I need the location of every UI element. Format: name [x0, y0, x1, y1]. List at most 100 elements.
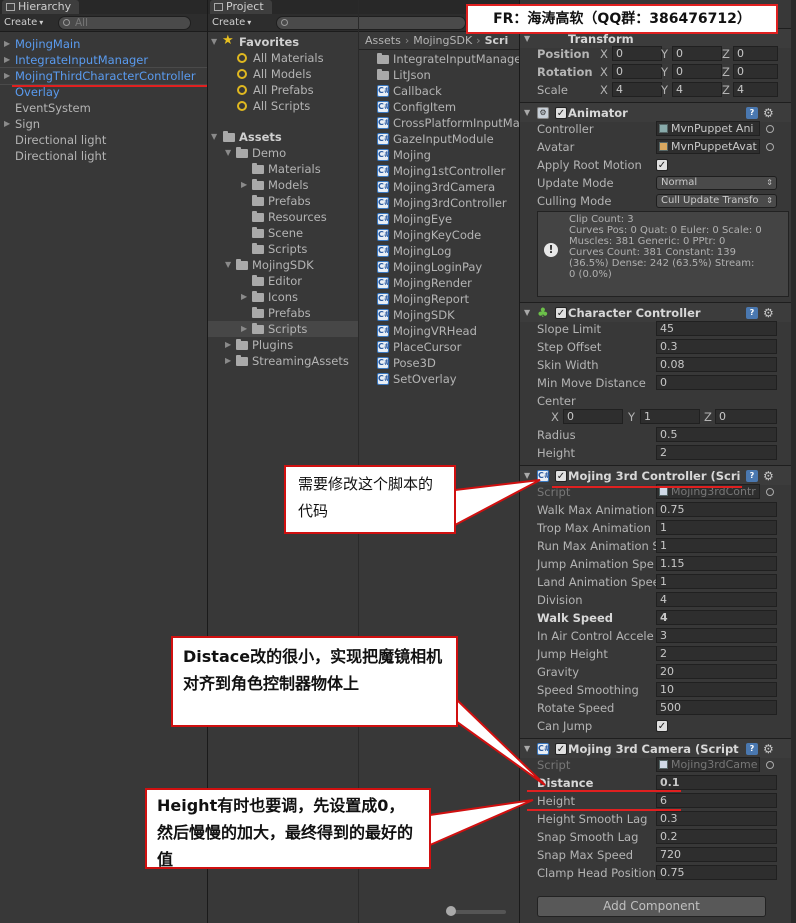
file-item[interactable]: C# CrossPlatformInputMa: [359, 115, 519, 131]
folder-tree-item[interactable]: Resources: [208, 209, 358, 225]
folder-tree-item[interactable]: ▶ Models: [208, 177, 358, 193]
file-item[interactable]: C# ConfigItem: [359, 99, 519, 115]
folder-tree-item[interactable]: ▼ Demo: [208, 145, 358, 161]
file-item[interactable]: C# MojingLog: [359, 243, 519, 259]
hierarchy-item[interactable]: Directional light: [0, 132, 207, 148]
assets-header[interactable]: ▼ Assets: [208, 129, 358, 145]
hierarchy-item[interactable]: Directional light: [0, 148, 207, 164]
favorite-item[interactable]: All Prefabs: [208, 82, 358, 98]
folder-tree-item[interactable]: Prefabs: [208, 305, 358, 321]
file-item[interactable]: C# SetOverlay: [359, 371, 519, 387]
folder-tree-item[interactable]: ▶ Icons: [208, 289, 358, 305]
scale-x-field[interactable]: 4: [612, 82, 662, 97]
fold-arrow-icon[interactable]: ▶: [225, 337, 231, 353]
inspector-scrollbar[interactable]: [791, 0, 796, 923]
character-controller-field-value-field[interactable]: 45: [656, 321, 777, 336]
help-icon[interactable]: ?: [746, 307, 758, 319]
file-item[interactable]: C# MojingSDK: [359, 307, 519, 323]
file-item[interactable]: C# MojingVRHead: [359, 323, 519, 339]
fold-arrow-icon[interactable]: ▼: [211, 34, 217, 50]
fold-arrow-icon[interactable]: ▶: [241, 321, 247, 337]
fold-arrow-icon[interactable]: ▼: [225, 257, 231, 273]
favorite-item[interactable]: All Models: [208, 66, 358, 82]
file-item[interactable]: C# MojingReport: [359, 291, 519, 307]
controller3rd-field-value-field[interactable]: 20: [656, 664, 777, 679]
controller3rd-field-value-field[interactable]: 1: [656, 520, 777, 535]
file-item[interactable]: C# Mojing3rdCamera: [359, 179, 519, 195]
hierarchy-item[interactable]: ▶ MojingThirdCharacterController: [0, 67, 207, 85]
camera3rd-field-value-field[interactable]: 720: [656, 847, 777, 862]
fold-arrow-icon[interactable]: ▶: [4, 116, 10, 132]
folder-tree-item[interactable]: ▶ Plugins: [208, 337, 358, 353]
folder-tree-item[interactable]: ▶ StreamingAssets: [208, 353, 358, 369]
rotation-y-field[interactable]: 0: [672, 64, 722, 79]
fold-arrow-icon[interactable]: ▶: [4, 68, 10, 84]
folder-tree-item[interactable]: Materials: [208, 161, 358, 177]
character-controller-field-value-field[interactable]: 0.3: [656, 339, 777, 354]
help-icon[interactable]: ?: [746, 743, 758, 755]
scale-y-field[interactable]: 4: [672, 82, 722, 97]
character-controller-field-value-field[interactable]: 0: [656, 375, 777, 390]
tab-hierarchy[interactable]: Hierarchy: [2, 0, 80, 14]
controller3rd-field-value-field[interactable]: 2: [656, 646, 777, 661]
hierarchy-item[interactable]: ▶ Sign: [0, 116, 207, 132]
component-header-character-controller[interactable]: ▼ ♣ ✓ Character Controller ? ⚙: [520, 302, 796, 322]
camera3rd-field-value-field[interactable]: 6: [656, 793, 777, 808]
controller3rd-field-value-field[interactable]: 0.75: [656, 502, 777, 517]
fold-arrow-icon[interactable]: ▶: [241, 289, 247, 305]
can-jump-checkbox[interactable]: ✓: [656, 720, 668, 732]
file-item[interactable]: C# Mojing1stController: [359, 163, 519, 179]
update-mode-dropdown[interactable]: Normal ⇕: [656, 176, 777, 190]
controller3rd-field-value-field[interactable]: 1: [656, 538, 777, 553]
component-header-mojing-3rd-camera[interactable]: ▼ C# ✓ Mojing 3rd Camera (Script ? ⚙: [520, 738, 796, 758]
hierarchy-search-input[interactable]: All: [58, 16, 191, 30]
breadcrumb-item[interactable]: Scri: [485, 34, 509, 47]
camera3rd-field-value-field[interactable]: 0.75: [656, 865, 777, 880]
fold-arrow-icon[interactable]: ▶: [4, 36, 10, 52]
folder-tree-item[interactable]: Editor: [208, 273, 358, 289]
controller3rd-field-value-field[interactable]: 1.15: [656, 556, 777, 571]
controller-object-field[interactable]: MvnPuppet Ani: [656, 121, 760, 136]
help-icon[interactable]: ?: [746, 470, 758, 482]
file-item[interactable]: IntegrateInputManage: [359, 51, 519, 67]
file-item[interactable]: C# MojingRender: [359, 275, 519, 291]
object-picker-icon[interactable]: [766, 761, 774, 769]
controller3rd-field-value-field[interactable]: 1: [656, 574, 777, 589]
file-item[interactable]: C# MojingKeyCode: [359, 227, 519, 243]
controller3rd-field-value-field[interactable]: 10: [656, 682, 777, 697]
file-item[interactable]: C# Callback: [359, 83, 519, 99]
position-y-field[interactable]: 0: [672, 46, 722, 61]
character-controller-field-value-field[interactable]: 0.5: [656, 427, 777, 442]
character-controller-enabled-checkbox[interactable]: ✓: [555, 307, 567, 319]
file-item[interactable]: C# PlaceCursor: [359, 339, 519, 355]
character-controller-field-value-field[interactable]: 2: [656, 445, 777, 460]
hierarchy-item[interactable]: ▶ MojingMain: [0, 36, 207, 52]
camera3rd-field-value-field[interactable]: 0.3: [656, 811, 777, 826]
zoom-slider-handle[interactable]: [446, 906, 456, 916]
project-create-button[interactable]: Create ▾: [212, 16, 251, 30]
file-item[interactable]: C# Mojing: [359, 147, 519, 163]
camera3rd-field-value-field[interactable]: 0.2: [656, 829, 777, 844]
file-item[interactable]: C# MojingLoginPay: [359, 259, 519, 275]
file-item[interactable]: C# Pose3D: [359, 355, 519, 371]
favorite-item[interactable]: All Scripts: [208, 98, 358, 114]
fold-arrow-icon[interactable]: ▶: [225, 353, 231, 369]
controller3rd-enabled-checkbox[interactable]: ✓: [555, 470, 567, 482]
position-x-field[interactable]: 0: [612, 46, 662, 61]
folder-tree-item[interactable]: ▼ MojingSDK: [208, 257, 358, 273]
character-controller-field-value-field[interactable]: 0.08: [656, 357, 777, 372]
favorite-item[interactable]: All Materials: [208, 50, 358, 66]
file-item[interactable]: C# GazeInputModule: [359, 131, 519, 147]
object-picker-icon[interactable]: [766, 125, 774, 133]
camera3rd-field-value-field[interactable]: 0.1: [656, 775, 777, 790]
fold-arrow-icon[interactable]: ▼: [225, 145, 231, 161]
center-x-field[interactable]: 0: [563, 409, 623, 424]
fold-arrow-icon[interactable]: ▶: [241, 177, 247, 193]
center-z-field[interactable]: 0: [715, 409, 777, 424]
object-picker-icon[interactable]: [766, 143, 774, 151]
culling-mode-dropdown[interactable]: Cull Update Transfo ⇕: [656, 194, 777, 208]
favorites-header[interactable]: ▼ ★ Favorites: [208, 33, 358, 50]
object-picker-icon[interactable]: [766, 488, 774, 496]
hierarchy-item[interactable]: ▶ IntegrateInputManager: [0, 52, 207, 68]
fold-arrow-icon[interactable]: ▶: [4, 52, 10, 68]
